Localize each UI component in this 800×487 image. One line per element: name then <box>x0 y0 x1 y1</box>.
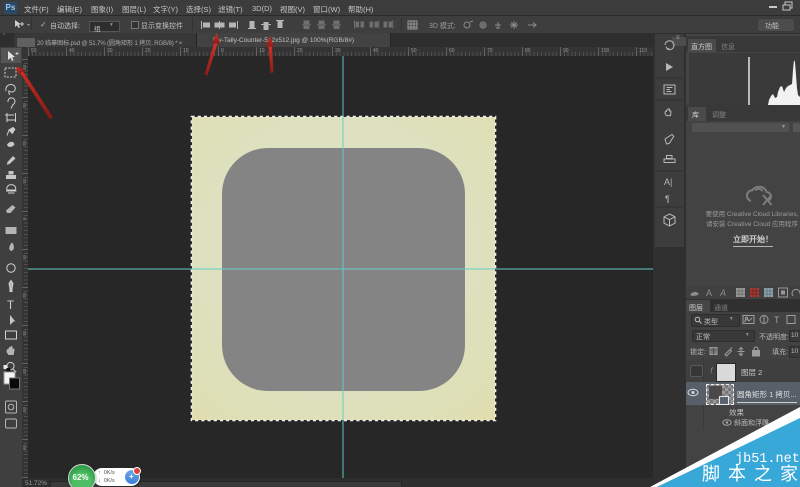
svg-text:¶: ¶ <box>665 194 670 204</box>
svg-text:T: T <box>774 315 780 325</box>
svg-text:脚本之家: 脚本之家 <box>702 464 800 484</box>
svg-text:T: T <box>7 300 14 312</box>
svg-text:A: A <box>719 288 726 298</box>
svg-text:A|: A| <box>664 177 672 187</box>
svg-text:A: A <box>706 288 712 298</box>
